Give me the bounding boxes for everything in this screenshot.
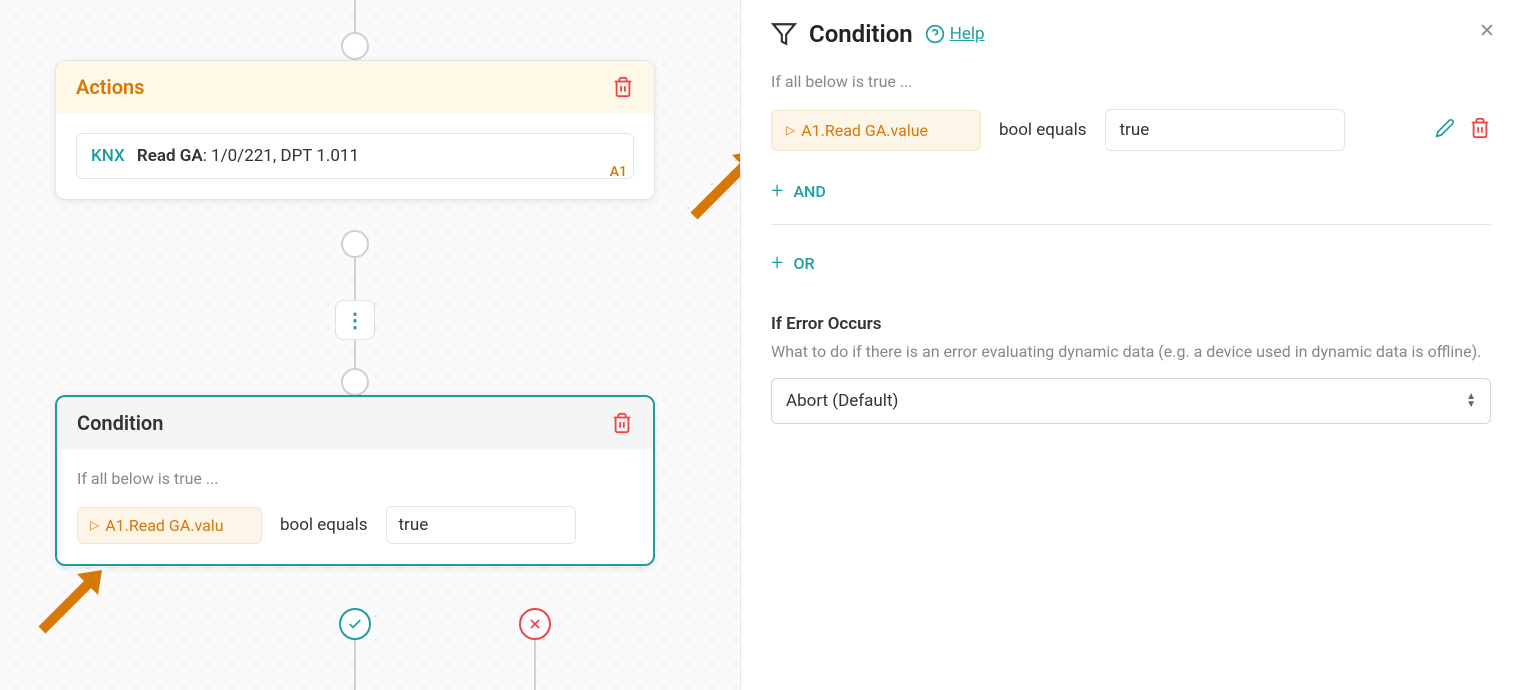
add-or-button[interactable]: + OR xyxy=(771,243,1491,284)
add-and-label: AND xyxy=(793,182,825,201)
plus-icon: + xyxy=(771,179,783,204)
node-menu-button[interactable]: ⋮ xyxy=(335,300,375,340)
panel-condition-row: ▷ A1.Read GA.value bool equals true xyxy=(771,109,1491,151)
actions-card[interactable]: Actions KNX Read GA: 1/0/221, DPT 1.011 … xyxy=(55,60,655,200)
condition-operand-chip[interactable]: ▷ A1.Read GA.value xyxy=(771,110,981,151)
error-section-desc: What to do if there is an error evaluati… xyxy=(771,340,1491,364)
add-or-label: OR xyxy=(793,254,814,273)
action-protocol-tag: KNX xyxy=(91,146,125,166)
actions-card-body: KNX Read GA: 1/0/221, DPT 1.011 A1 xyxy=(56,113,654,199)
condition-subtitle: If all below is true ... xyxy=(77,469,633,488)
add-and-button[interactable]: + AND xyxy=(771,171,1491,212)
condition-card-title: Condition xyxy=(77,411,163,435)
condition-operand-chip[interactable]: ▷ A1.Read GA.valu xyxy=(77,507,262,544)
error-section-title: If Error Occurs xyxy=(771,314,1491,334)
panel-title: Condition xyxy=(809,20,913,48)
action-params: : 1/0/221, DPT 1.011 xyxy=(203,146,359,166)
plus-icon: + xyxy=(771,251,783,276)
trash-icon[interactable] xyxy=(611,412,633,434)
action-id-badge: A1 xyxy=(610,164,627,180)
pencil-icon[interactable] xyxy=(1435,118,1455,142)
condition-value-input[interactable]: true xyxy=(1105,109,1345,151)
trash-icon[interactable] xyxy=(612,76,634,98)
actions-card-header: Actions xyxy=(56,61,654,113)
help-text: Help xyxy=(950,24,985,44)
help-link[interactable]: Help xyxy=(925,24,985,44)
true-branch-node[interactable] xyxy=(339,608,371,640)
condition-card[interactable]: Condition If all below is true ... ▷ A1.… xyxy=(55,395,655,566)
triangle-icon: ▷ xyxy=(90,518,99,532)
triangle-icon: ▷ xyxy=(786,123,795,137)
condition-card-header: Condition xyxy=(57,397,653,449)
condition-operator: bool equals xyxy=(999,120,1087,140)
panel-subtitle: If all below is true ... xyxy=(771,72,1491,91)
funnel-icon xyxy=(771,21,797,47)
help-icon xyxy=(925,24,945,44)
condition-row-actions xyxy=(1435,117,1491,143)
chevron-updown-icon: ▲▼ xyxy=(1466,393,1476,409)
connector-node[interactable] xyxy=(341,230,369,258)
condition-card-body: If all below is true ... ▷ A1.Read GA.va… xyxy=(57,449,653,564)
connector-line xyxy=(534,640,536,690)
error-action-select[interactable]: Abort (Default) ▲▼ xyxy=(771,378,1491,424)
condition-value-input[interactable]: true xyxy=(386,506,576,544)
action-row[interactable]: KNX Read GA: 1/0/221, DPT 1.011 A1 xyxy=(76,133,634,179)
chip-text: A1.Read GA.value xyxy=(801,121,928,140)
panel-header: Condition Help xyxy=(771,20,1491,48)
actions-card-title: Actions xyxy=(76,75,144,99)
condition-row: ▷ A1.Read GA.valu bool equals true xyxy=(77,506,633,544)
condition-panel: Condition Help If all below is true ... … xyxy=(740,0,1521,690)
select-value: Abort (Default) xyxy=(786,391,898,411)
connector-node[interactable] xyxy=(341,368,369,396)
chip-text: A1.Read GA.valu xyxy=(105,516,223,535)
false-branch-node[interactable] xyxy=(519,608,551,640)
trash-icon[interactable] xyxy=(1469,117,1491,143)
condition-operator: bool equals xyxy=(280,515,368,535)
connector-line xyxy=(354,640,356,690)
connector-node[interactable] xyxy=(341,32,369,60)
close-icon[interactable] xyxy=(1477,18,1497,46)
panel-divider xyxy=(771,224,1491,225)
action-label: Read GA xyxy=(137,146,203,166)
workflow-canvas[interactable]: Actions KNX Read GA: 1/0/221, DPT 1.011 … xyxy=(0,0,740,690)
